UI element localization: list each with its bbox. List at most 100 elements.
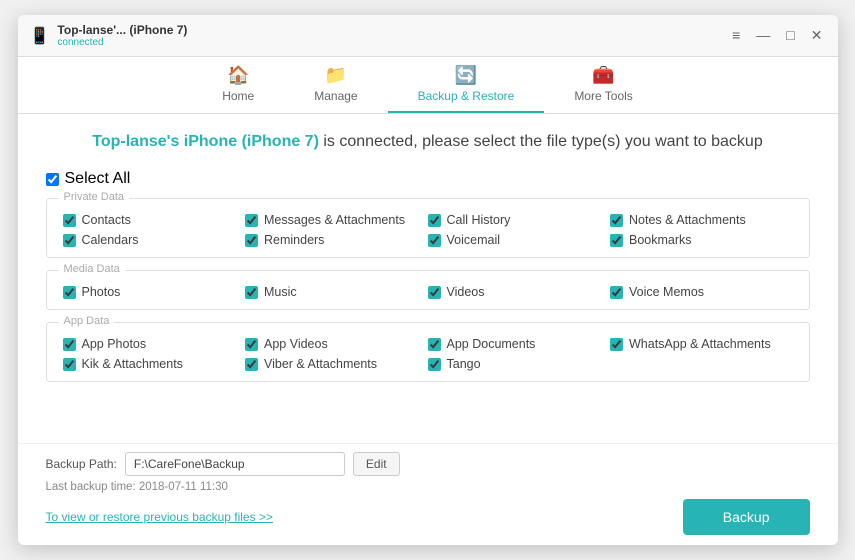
menu-icon[interactable]: ≡ [729, 27, 743, 44]
tools-icon: 🧰 [592, 65, 614, 86]
messages-checkbox[interactable] [245, 214, 258, 227]
media-data-grid: Photos Music Videos Voice Memos [63, 285, 793, 299]
private-data-label: Private Data [59, 191, 130, 203]
headline: Top-lanse's iPhone (iPhone 7) is connect… [46, 130, 810, 154]
window-controls: ≡ — □ ✕ [729, 27, 825, 44]
list-item: Reminders [245, 233, 428, 247]
manage-icon: 📁 [325, 65, 347, 86]
select-all-label: Select All [65, 170, 131, 188]
appvideos-checkbox[interactable] [245, 338, 258, 351]
voicememos-checkbox[interactable] [610, 286, 623, 299]
calendars-checkbox[interactable] [63, 234, 76, 247]
callhistory-label: Call History [447, 213, 511, 227]
nav-backup-label: Backup & Restore [418, 89, 515, 103]
tango-checkbox[interactable] [428, 358, 441, 371]
list-item: Kik & Attachments [63, 357, 246, 371]
reminders-label: Reminders [264, 233, 324, 247]
edit-button[interactable]: Edit [353, 452, 400, 476]
backup-button[interactable]: Backup [683, 499, 810, 535]
tango-label: Tango [447, 357, 481, 371]
nav-backup-restore[interactable]: 🔄 Backup & Restore [388, 57, 545, 113]
nav-home-label: Home [222, 89, 254, 103]
contacts-label: Contacts [82, 213, 131, 227]
videos-checkbox[interactable] [428, 286, 441, 299]
appdocs-label: App Documents [447, 337, 536, 351]
content-area: Top-lanse's iPhone (iPhone 7) is connect… [18, 114, 838, 443]
nav-manage[interactable]: 📁 Manage [284, 57, 387, 113]
music-checkbox[interactable] [245, 286, 258, 299]
list-item: Music [245, 285, 428, 299]
appphotos-checkbox[interactable] [63, 338, 76, 351]
videos-label: Videos [447, 285, 485, 299]
music-label: Music [264, 285, 297, 299]
list-item: Videos [428, 285, 611, 299]
list-item: App Photos [63, 337, 246, 351]
voicemail-label: Voicemail [447, 233, 501, 247]
titlebar: 📱 Top-lanse'... (iPhone 7) connected ≡ —… [18, 15, 838, 57]
nav-more-tools[interactable]: 🧰 More Tools [544, 57, 662, 113]
titlebar-left: 📱 Top-lanse'... (iPhone 7) connected [30, 23, 188, 48]
viber-label: Viber & Attachments [264, 357, 377, 371]
voicemail-checkbox[interactable] [428, 234, 441, 247]
list-item: WhatsApp & Attachments [610, 337, 793, 351]
last-backup-time: Last backup time: 2018-07-11 11:30 [46, 481, 810, 493]
device-status: connected [57, 37, 187, 48]
list-item: Call History [428, 213, 611, 227]
appdocs-checkbox[interactable] [428, 338, 441, 351]
navbar: 🏠 Home 📁 Manage 🔄 Backup & Restore 🧰 Mor… [18, 57, 838, 114]
list-item: Voicemail [428, 233, 611, 247]
whatsapp-checkbox[interactable] [610, 338, 623, 351]
contacts-checkbox[interactable] [63, 214, 76, 227]
select-all-row: Select All [46, 170, 810, 188]
select-all-checkbox[interactable] [46, 173, 59, 186]
list-item: Voice Memos [610, 285, 793, 299]
notes-checkbox[interactable] [610, 214, 623, 227]
close-icon[interactable]: ✕ [808, 27, 826, 44]
bookmarks-checkbox[interactable] [610, 234, 623, 247]
notes-label: Notes & Attachments [629, 213, 746, 227]
media-data-section: Media Data Photos Music Videos Voice Mem… [46, 270, 810, 310]
private-data-section: Private Data Contacts Messages & Attachm… [46, 198, 810, 258]
backup-path-input[interactable] [125, 452, 345, 476]
nav-home[interactable]: 🏠 Home [192, 57, 284, 113]
app-data-grid: App Photos App Videos App Documents What… [63, 337, 793, 371]
whatsapp-label: WhatsApp & Attachments [629, 337, 771, 351]
backup-path-row: Backup Path: Edit [46, 452, 810, 476]
home-icon: 🏠 [227, 65, 249, 86]
app-data-label: App Data [59, 315, 115, 327]
nav-manage-label: Manage [314, 89, 357, 103]
viber-checkbox[interactable] [245, 358, 258, 371]
list-item: Photos [63, 285, 246, 299]
list-item: App Videos [245, 337, 428, 351]
photos-checkbox[interactable] [63, 286, 76, 299]
backup-icon: 🔄 [455, 65, 477, 86]
nav-tools-label: More Tools [574, 89, 632, 103]
reminders-checkbox[interactable] [245, 234, 258, 247]
list-item: Calendars [63, 233, 246, 247]
main-window: 📱 Top-lanse'... (iPhone 7) connected ≡ —… [18, 15, 838, 545]
list-item: Notes & Attachments [610, 213, 793, 227]
private-data-grid: Contacts Messages & Attachments Call His… [63, 213, 793, 247]
minimize-icon[interactable]: — [753, 27, 773, 44]
voicememos-label: Voice Memos [629, 285, 704, 299]
bookmarks-label: Bookmarks [629, 233, 692, 247]
kik-label: Kik & Attachments [82, 357, 183, 371]
calendars-label: Calendars [82, 233, 139, 247]
backup-path-label: Backup Path: [46, 457, 117, 471]
footer: Backup Path: Edit Last backup time: 2018… [18, 443, 838, 545]
messages-label: Messages & Attachments [264, 213, 405, 227]
list-item: App Documents [428, 337, 611, 351]
appphotos-label: App Photos [82, 337, 147, 351]
maximize-icon[interactable]: □ [783, 27, 797, 44]
kik-checkbox[interactable] [63, 358, 76, 371]
photos-label: Photos [82, 285, 121, 299]
restore-link[interactable]: To view or restore previous backup files… [46, 510, 273, 524]
list-item: Tango [428, 357, 611, 371]
callhistory-checkbox[interactable] [428, 214, 441, 227]
list-item: Bookmarks [610, 233, 793, 247]
list-item: Contacts [63, 213, 246, 227]
headline-device: Top-lanse's iPhone (iPhone 7) [92, 133, 319, 150]
appvideos-label: App Videos [264, 337, 328, 351]
app-data-section: App Data App Photos App Videos App Docum… [46, 322, 810, 382]
media-data-label: Media Data [59, 263, 125, 275]
